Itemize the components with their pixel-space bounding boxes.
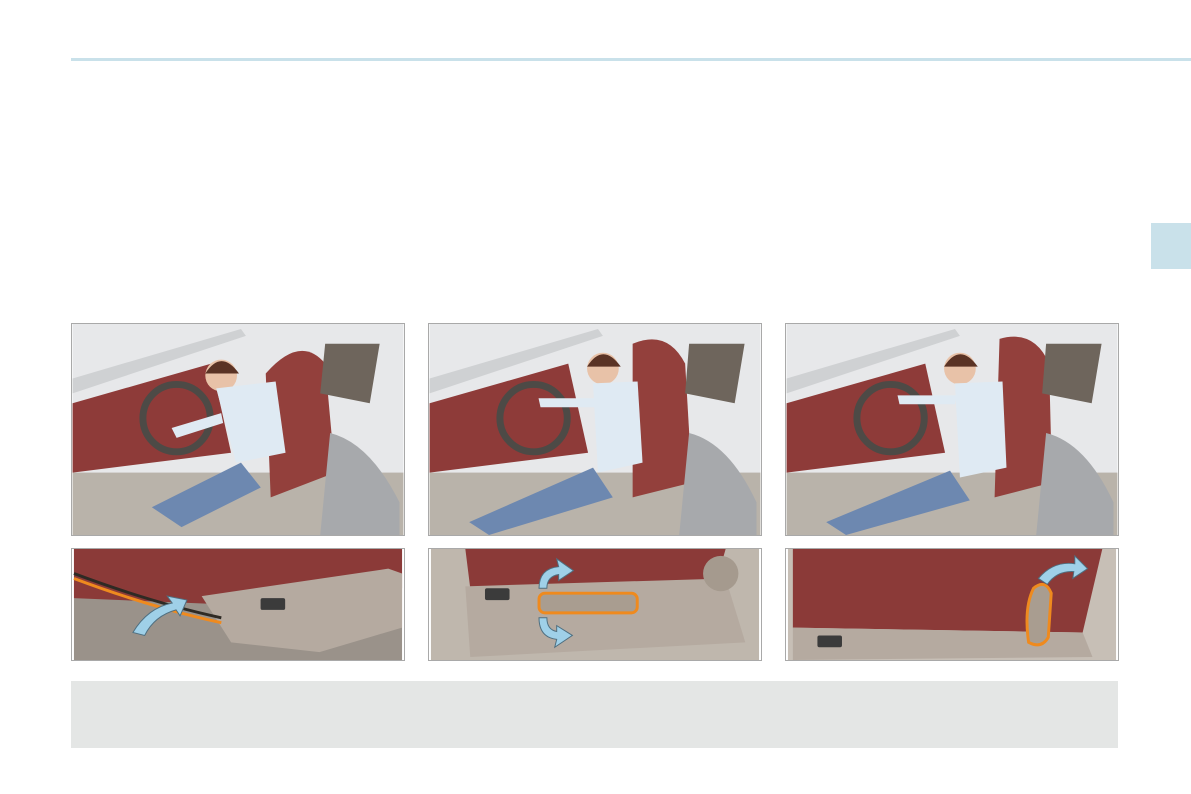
detail-1-drawing (73, 549, 403, 660)
scene-1-drawing (72, 324, 404, 535)
note-box (71, 681, 1118, 748)
scene-3-drawing (786, 324, 1118, 535)
scene-illustration-3 (785, 323, 1119, 536)
section-tab (1151, 223, 1191, 269)
detail-illustration-3 (785, 548, 1119, 661)
header-rule (71, 58, 1191, 61)
detail-3-drawing (787, 549, 1117, 660)
scene-illustration-1 (71, 323, 405, 536)
detail-illustration-1 (71, 548, 405, 661)
scene-2-drawing (429, 324, 761, 535)
detail-2-drawing (430, 549, 760, 660)
scene-illustration-2 (428, 323, 762, 536)
detail-illustration-2 (428, 548, 762, 661)
